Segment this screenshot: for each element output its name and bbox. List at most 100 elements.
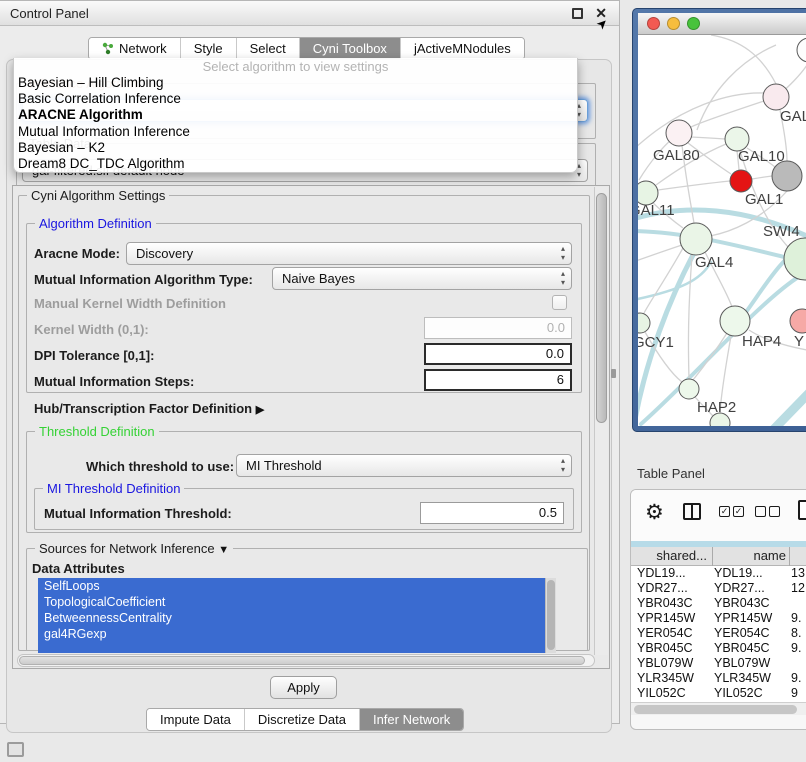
network-canvas[interactable]: GALGAL80GAL10GAL1GAL11SWI4GAL4GCY1HAP4YH… bbox=[638, 35, 806, 426]
data-attribute-item[interactable]: TopologicalCoefficient bbox=[38, 594, 556, 610]
vertical-scrollbar[interactable] bbox=[594, 187, 608, 655]
table-row[interactable]: YER054CYER054C8. bbox=[631, 626, 806, 641]
checked-box-icon: ✓ bbox=[719, 506, 730, 517]
unchecked-box-icon bbox=[769, 506, 780, 517]
mi-algorithm-type-combo[interactable]: Naive Bayes bbox=[272, 267, 572, 290]
which-threshold-combo[interactable]: MI Threshold bbox=[236, 454, 572, 477]
horizontal-scrollbar-thumb[interactable] bbox=[19, 656, 585, 665]
table-cell: YBR043C bbox=[637, 596, 693, 611]
network-node[interactable] bbox=[797, 38, 806, 62]
table-row[interactable]: YDR27...YDR27...12 bbox=[631, 581, 806, 596]
table-cell: YDL19... bbox=[637, 566, 686, 581]
select-all-columns-icon[interactable]: ✓✓ bbox=[719, 506, 747, 524]
threshold-definition-title: Threshold Definition bbox=[35, 424, 159, 439]
float-window-icon[interactable] bbox=[572, 8, 583, 19]
sources-toggle[interactable]: Sources for Network Inference ▼ bbox=[35, 541, 233, 556]
network-node[interactable] bbox=[772, 161, 802, 191]
network-node-gal80[interactable] bbox=[666, 120, 692, 146]
bottom-tab-infer-network[interactable]: Infer Network bbox=[360, 709, 463, 730]
table-cell: 13 bbox=[791, 566, 805, 581]
table-hscroll-thumb[interactable] bbox=[634, 705, 797, 714]
algorithm-option[interactable]: Mutual Information Inference bbox=[14, 124, 577, 140]
network-window-titlebar[interactable] bbox=[638, 13, 806, 35]
network-node-hap4[interactable] bbox=[720, 306, 750, 336]
bottom-tab-impute-data[interactable]: Impute Data bbox=[147, 709, 245, 730]
tab-network[interactable]: Network bbox=[89, 38, 181, 59]
network-node-hap2[interactable] bbox=[679, 379, 699, 399]
sources-title: Sources for Network Inference bbox=[39, 541, 215, 556]
vertical-scrollbar-thumb[interactable] bbox=[596, 193, 607, 423]
table-row[interactable]: YBR045CYBR045C9. bbox=[631, 641, 806, 656]
deselect-all-columns-icon[interactable] bbox=[755, 506, 783, 524]
network-node-gal1[interactable] bbox=[730, 170, 752, 192]
bottom-tab-discretize-data[interactable]: Discretize Data bbox=[245, 709, 360, 730]
table-row[interactable]: YLR345WYLR345W9. bbox=[631, 671, 806, 686]
table-row[interactable]: YIL052CYIL052C9 bbox=[631, 686, 806, 701]
data-attribute-item[interactable]: BetweennessCentrality bbox=[38, 610, 556, 626]
mac-minimize-button[interactable] bbox=[667, 17, 680, 30]
attr-list-scrollbar[interactable] bbox=[545, 578, 556, 653]
network-view-window[interactable]: GALGAL80GAL10GAL1GAL11SWI4GAL4GCY1HAP4YH… bbox=[632, 8, 806, 432]
bottom-tab-label: Infer Network bbox=[373, 709, 450, 730]
table-row[interactable]: YBR043CYBR043C bbox=[631, 596, 806, 611]
table-cell: YIL052C bbox=[714, 686, 763, 701]
mac-zoom-button[interactable] bbox=[687, 17, 700, 30]
network-node-gcy1[interactable] bbox=[638, 313, 650, 333]
tab-select[interactable]: Select bbox=[237, 38, 300, 59]
network-node-y[interactable] bbox=[790, 309, 806, 333]
kernel-width-input[interactable]: 0.0 bbox=[424, 317, 572, 339]
mac-close-button[interactable] bbox=[647, 17, 660, 30]
algorithm-dropdown-popup: Select algorithm to view settings Bayesi… bbox=[13, 58, 578, 173]
panel-splitter[interactable] bbox=[611, 369, 616, 378]
hub-definition-toggle[interactable]: Hub/Transcription Factor Definition ▶ bbox=[34, 401, 264, 416]
network-graph: GALGAL80GAL10GAL1GAL11SWI4GAL4GCY1HAP4YH… bbox=[638, 35, 806, 426]
column-header-name[interactable]: name bbox=[716, 547, 786, 565]
mi-threshold-input[interactable]: 0.5 bbox=[420, 502, 564, 524]
algorithm-option[interactable]: ARACNE Algorithm bbox=[14, 107, 577, 123]
manual-kernel-checkbox[interactable] bbox=[552, 295, 567, 310]
network-node-swi4[interactable] bbox=[784, 238, 806, 280]
table-horizontal-scrollbar[interactable] bbox=[631, 702, 806, 715]
table-row[interactable]: YBL079W YBL079W bbox=[631, 656, 806, 671]
table-body: YDL19...YDL19...13YDR27...YDR27...12YBR0… bbox=[631, 566, 806, 702]
network-node-gal4[interactable] bbox=[680, 223, 712, 255]
algorithm-option[interactable]: Bayesian – Hill Climbing bbox=[14, 75, 577, 91]
data-attribute-item[interactable]: gal4RGexp bbox=[38, 626, 556, 642]
collapsed-panel-icon[interactable] bbox=[7, 742, 24, 757]
table-panel: ⚙ ✓✓ shared... name YDL19...YDL19...13YD… bbox=[630, 489, 806, 730]
manual-kernel-label: Manual Kernel Width Definition bbox=[34, 296, 226, 311]
which-threshold-value: MI Threshold bbox=[246, 458, 322, 473]
columns-icon[interactable] bbox=[683, 503, 701, 520]
data-attribute-item[interactable]: SelfLoops bbox=[38, 578, 556, 594]
algorithm-option[interactable]: Dream8 DC_TDC Algorithm bbox=[14, 156, 577, 172]
dpi-tolerance-input[interactable]: 0.0 bbox=[424, 343, 572, 365]
cyni-algorithm-settings-title: Cyni Algorithm Settings bbox=[27, 188, 169, 203]
table-cell: YBL079W bbox=[714, 656, 770, 671]
node-label: GAL10 bbox=[738, 148, 785, 165]
bottom-tab-bar: Impute DataDiscretize Data Infer Network bbox=[146, 708, 464, 731]
node-label: SWI4 bbox=[763, 223, 800, 240]
table-row[interactable]: YPR145WYPR145W9. bbox=[631, 611, 806, 626]
tab-jactivemnodules[interactable]: jActiveMNodules bbox=[401, 38, 524, 59]
aracne-mode-combo[interactable]: Discovery bbox=[126, 242, 572, 265]
horizontal-scrollbar[interactable] bbox=[17, 654, 595, 667]
tab-style[interactable]: Style bbox=[181, 38, 237, 59]
mi-threshold-label: Mutual Information Threshold: bbox=[44, 506, 232, 521]
table-row[interactable]: YDL19...YDL19...13 bbox=[631, 566, 806, 581]
unchecked-box-icon bbox=[755, 506, 766, 517]
network-node-gal[interactable] bbox=[763, 84, 789, 110]
mi-threshold-definition-title: MI Threshold Definition bbox=[43, 481, 184, 496]
apply-button[interactable]: Apply bbox=[270, 676, 337, 699]
table-cell: YER054C bbox=[714, 626, 770, 641]
column-header-shared-name[interactable]: shared... bbox=[637, 547, 707, 565]
attr-list-scrollbar-thumb[interactable] bbox=[547, 580, 555, 650]
export-table-icon[interactable] bbox=[798, 500, 806, 520]
table-cell: YBL079W bbox=[637, 656, 693, 671]
control-panel-titlebar[interactable]: Control Panel ✕ bbox=[0, 1, 619, 26]
gear-icon[interactable]: ⚙ bbox=[645, 500, 664, 525]
mi-steps-input[interactable]: 6 bbox=[424, 369, 572, 391]
tab-cyni-toolbox[interactable]: Cyni Toolbox bbox=[300, 38, 401, 59]
algorithm-option[interactable]: Bayesian – K2 bbox=[14, 140, 577, 156]
popup-item-list: Bayesian – Hill ClimbingBasic Correlatio… bbox=[14, 75, 577, 172]
algorithm-option[interactable]: Basic Correlation Inference bbox=[14, 91, 577, 107]
